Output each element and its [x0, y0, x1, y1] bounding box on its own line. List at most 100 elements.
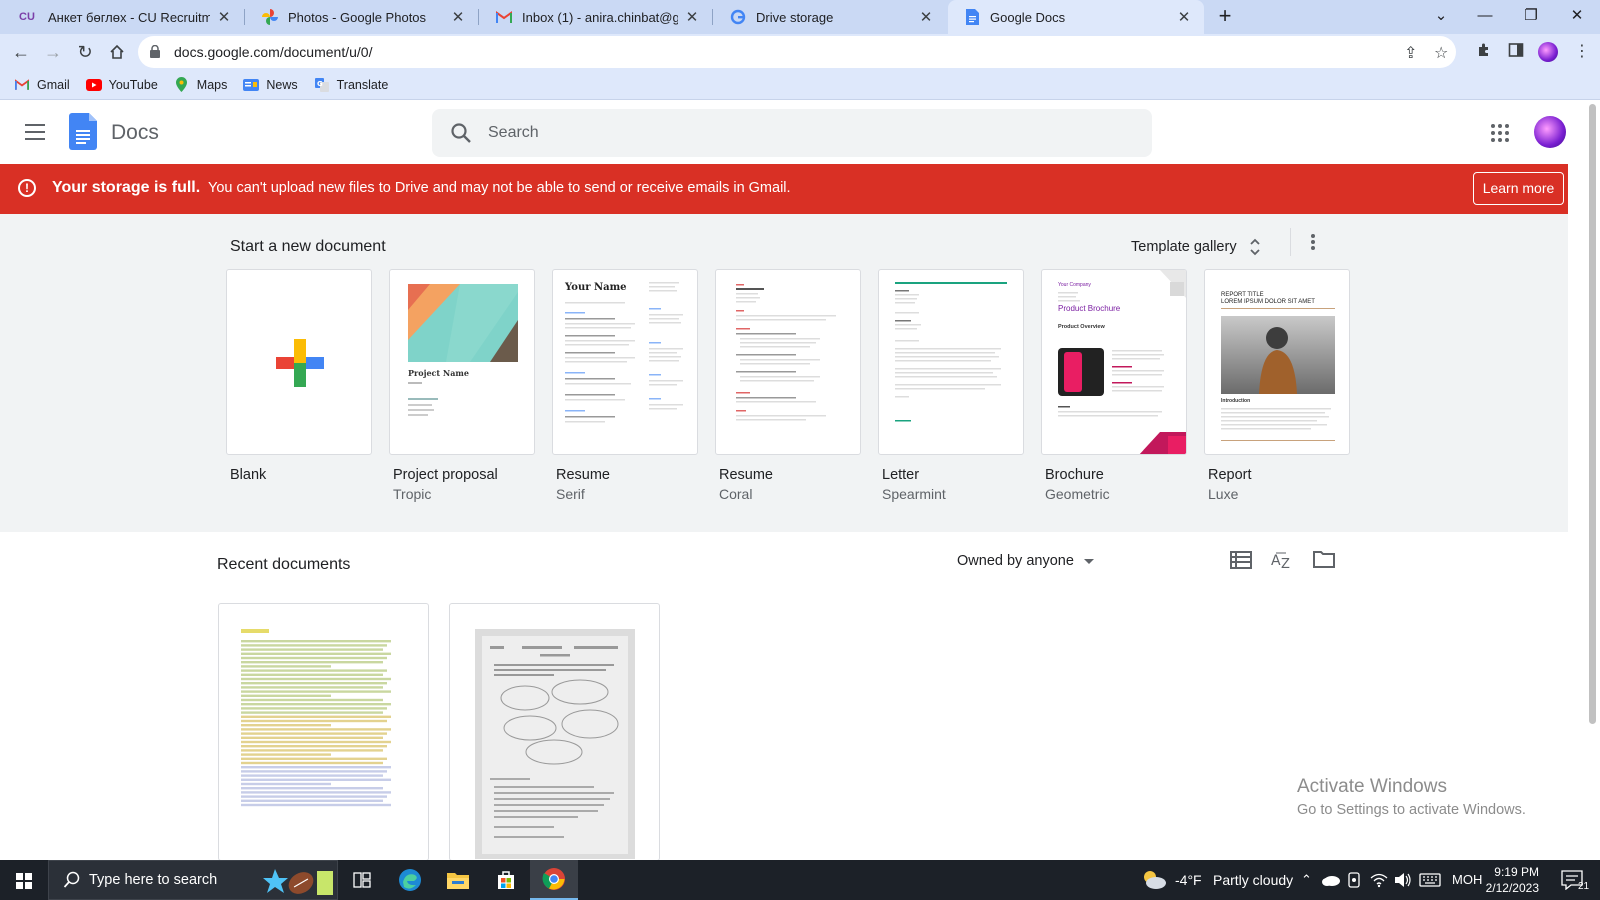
bookmark-gmail[interactable]: Gmail — [14, 78, 70, 92]
profile-avatar[interactable] — [1538, 42, 1558, 62]
bookmark-news[interactable]: News — [243, 77, 298, 92]
folder-picker-icon[interactable] — [1313, 550, 1337, 572]
account-avatar[interactable] — [1534, 116, 1566, 148]
share-icon[interactable]: ⇪ — [1404, 43, 1417, 63]
show-hidden-icons-icon[interactable]: ⌃ — [1301, 872, 1312, 888]
tab-photos[interactable]: Photos - Google Photos ✕ — [246, 0, 478, 34]
windows-logo-icon — [16, 873, 32, 889]
reload-icon[interactable]: ↻ — [72, 39, 98, 65]
windows-taskbar: Type here to search -4°F Partly cloudy ⌃… — [0, 860, 1600, 900]
forward-arrow-icon[interactable]: → — [40, 39, 66, 65]
learn-more-button[interactable]: Learn more — [1473, 172, 1564, 205]
task-view-button[interactable] — [338, 860, 386, 900]
home-icon[interactable] — [104, 39, 130, 65]
unfold-icon — [1249, 238, 1260, 256]
template-project-proposal[interactable]: Project Name Project proposal Tropic — [389, 269, 535, 502]
template-thumbnail[interactable]: Your Name — [552, 269, 698, 455]
maps-pin-icon — [174, 77, 190, 92]
storage-full-banner: ! Your storage is full. You can't upload… — [0, 164, 1568, 214]
gmail-icon — [14, 78, 30, 92]
start-button[interactable] — [0, 860, 48, 900]
taskbar-edge[interactable] — [386, 860, 434, 900]
system-clock[interactable]: 9:19 PM 2/12/2023 — [1469, 864, 1539, 896]
scrollbar-thumb[interactable] — [1589, 104, 1596, 724]
chrome-icon — [542, 868, 565, 890]
template-resume-coral[interactable]: Resume Coral — [715, 269, 861, 502]
bookmark-youtube[interactable]: YouTube — [85, 77, 158, 92]
template-thumbnail[interactable]: REPORT TITLE LOREM IPSUM DOLOR SIT AMET … — [1204, 269, 1350, 455]
bookmark-label: YouTube — [108, 77, 158, 92]
device-icon[interactable] — [1347, 872, 1361, 888]
back-arrow-icon[interactable]: ← — [8, 39, 34, 65]
recent-document-card[interactable] — [449, 603, 660, 861]
bookmark-maps[interactable]: Maps — [174, 77, 227, 92]
weather-description[interactable]: Partly cloudy — [1213, 872, 1293, 888]
lock-icon[interactable] — [150, 44, 160, 58]
weather-partly-cloudy-icon[interactable] — [1140, 868, 1168, 892]
side-panel-icon[interactable] — [1506, 42, 1526, 62]
close-window-button[interactable]: ✕ — [1554, 0, 1600, 34]
chrome-menu-icon[interactable]: ⋮ — [1572, 42, 1592, 62]
sort-az-icon[interactable]: AZ — [1271, 550, 1295, 572]
translate-icon: G — [314, 77, 330, 92]
close-icon[interactable]: ✕ — [216, 8, 232, 26]
taskbar-file-explorer[interactable] — [434, 860, 482, 900]
template-style: Tropic — [393, 486, 432, 502]
template-report-luxe[interactable]: REPORT TITLE LOREM IPSUM DOLOR SIT AMET … — [1204, 269, 1350, 502]
bookmark-star-icon[interactable]: ☆ — [1434, 43, 1448, 63]
close-icon[interactable]: ✕ — [1176, 8, 1192, 26]
address-bar[interactable]: docs.google.com/document/u/0/ ⇪ ☆ — [138, 36, 1456, 68]
onedrive-cloud-icon[interactable] — [1322, 874, 1340, 886]
template-gallery-button[interactable]: Template gallery — [1131, 232, 1261, 262]
recent-documents-title: Recent documents — [217, 556, 351, 573]
clock-date: 2/12/2023 — [1485, 881, 1539, 895]
extensions-puzzle-icon[interactable] — [1474, 42, 1494, 62]
template-thumbnail[interactable]: Project Name — [389, 269, 535, 455]
tab-gmail[interactable]: Inbox (1) - anira.chinbat@gmail.com ✕ — [480, 0, 712, 34]
search-icon[interactable] — [450, 122, 472, 144]
svg-text:A: A — [1271, 553, 1281, 569]
template-thumbnail[interactable] — [878, 269, 1024, 455]
tab-search-chevron-icon[interactable]: ⌄ — [1418, 0, 1464, 34]
restore-button[interactable]: ❐ — [1508, 0, 1554, 34]
minimize-button[interactable]: — — [1462, 0, 1508, 34]
main-menu-icon[interactable] — [25, 124, 45, 140]
weather-temperature[interactable]: -4°F — [1175, 872, 1202, 888]
search-highlight-icon — [263, 869, 333, 895]
template-thumbnail[interactable] — [226, 269, 372, 455]
bookmark-label: News — [266, 77, 298, 92]
wifi-icon[interactable] — [1370, 872, 1388, 888]
template-brochure-geometric[interactable]: Your Company Product Brochure Product Ov… — [1041, 269, 1187, 502]
browser-toolbar: ← → ↻ docs.google.com/document/u/0/ ⇪ ☆ … — [0, 34, 1600, 70]
new-tab-button[interactable]: + — [1212, 4, 1238, 30]
taskbar-store[interactable] — [482, 860, 530, 900]
template-thumbnail[interactable] — [715, 269, 861, 455]
keyboard-icon[interactable] — [1419, 873, 1441, 887]
tab-title: Inbox (1) - anira.chinbat@gmail.com — [522, 9, 678, 25]
google-apps-icon[interactable] — [1491, 124, 1509, 142]
docs-logo-icon[interactable] — [69, 113, 97, 150]
close-icon[interactable]: ✕ — [918, 8, 934, 26]
list-view-icon[interactable] — [1230, 550, 1254, 572]
tab-google-docs[interactable]: Google Docs ✕ — [948, 0, 1204, 34]
tab-cu-recruitment[interactable]: CU Анкет бөглөх - CU Recruitment ✕ — [0, 0, 244, 34]
close-icon[interactable]: ✕ — [684, 8, 700, 26]
search-bar[interactable] — [432, 109, 1152, 157]
owner-filter-dropdown[interactable]: Owned by anyone — [957, 553, 1094, 569]
more-options-icon[interactable] — [1309, 231, 1317, 253]
volume-icon[interactable] — [1394, 872, 1412, 888]
docs-icon — [964, 9, 980, 25]
bookmark-translate[interactable]: G Translate — [314, 77, 388, 92]
template-resume-serif[interactable]: Your Name Resume Serif — [552, 269, 698, 502]
template-thumbnail[interactable]: Your Company Product Brochure Product Ov… — [1041, 269, 1187, 455]
template-blank[interactable]: Blank — [226, 269, 372, 483]
close-icon[interactable]: ✕ — [450, 8, 466, 26]
recent-document-card[interactable] — [218, 603, 429, 861]
template-letter-spearmint[interactable]: Letter Spearmint — [878, 269, 1024, 502]
taskbar-search[interactable]: Type here to search — [48, 860, 338, 900]
taskbar-chrome[interactable] — [530, 860, 578, 900]
app-name[interactable]: Docs — [111, 121, 159, 145]
template-style: Coral — [719, 486, 753, 502]
tab-drive-storage[interactable]: Drive storage ✕ — [714, 0, 946, 34]
search-input[interactable] — [488, 120, 1128, 146]
